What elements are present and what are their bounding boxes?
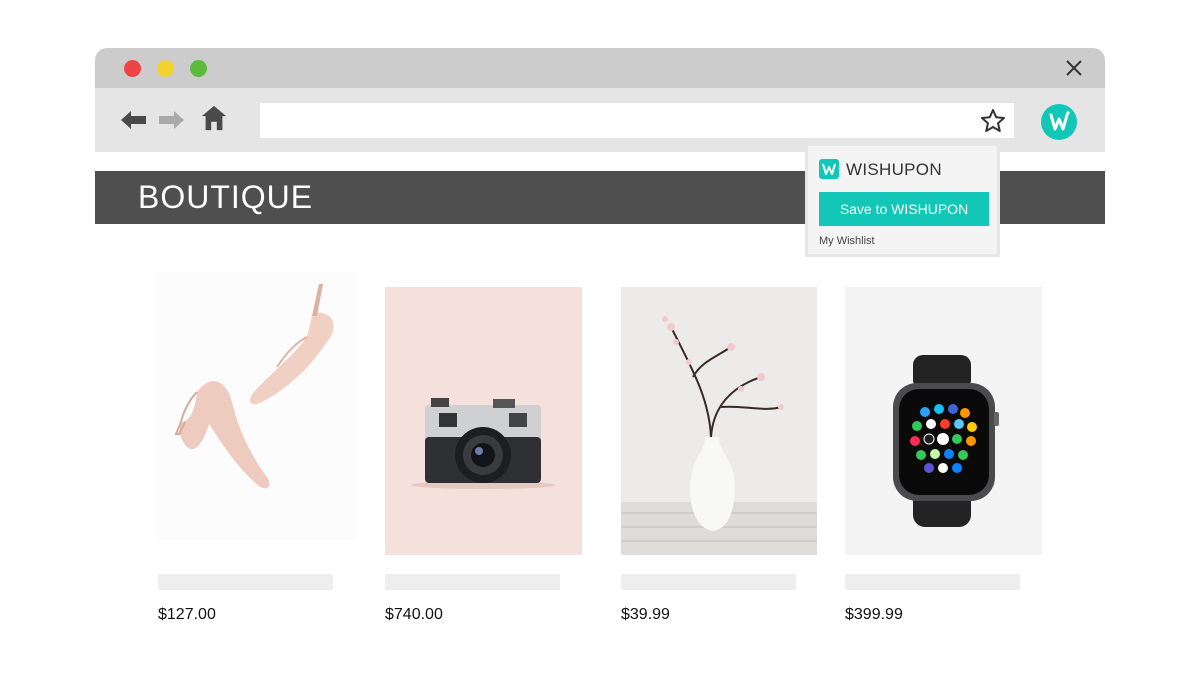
address-bar[interactable] <box>260 103 1014 138</box>
product-name-placeholder <box>621 574 796 590</box>
product-price: $127.00 <box>158 606 216 623</box>
save-to-wishlist-button[interactable]: Save to WISHUPON <box>819 192 989 226</box>
product-price: $740.00 <box>385 606 443 623</box>
product-name-placeholder <box>385 574 560 590</box>
minimize-window-dot[interactable] <box>157 60 174 77</box>
back-arrow-icon[interactable] <box>119 106 149 134</box>
product-image-camera[interactable] <box>385 287 582 555</box>
wishupon-extension-button[interactable] <box>1041 104 1077 140</box>
product-image-vase[interactable] <box>621 287 817 555</box>
close-icon[interactable] <box>1064 58 1084 78</box>
wishupon-logo-icon <box>1049 111 1070 131</box>
title-bar <box>95 48 1105 88</box>
wishupon-popup: WISHUPON Save to WISHUPON My Wishlist <box>805 143 1000 257</box>
product-name-placeholder <box>158 574 333 590</box>
close-window-dot[interactable] <box>124 60 141 77</box>
product-image-heels[interactable] <box>157 272 356 540</box>
product-image-smartwatch[interactable] <box>845 287 1042 555</box>
product-price: $39.99 <box>621 606 670 623</box>
browser-window <box>95 48 1105 152</box>
forward-arrow-icon[interactable] <box>156 106 186 134</box>
maximize-window-dot[interactable] <box>190 60 207 77</box>
my-wishlist-link[interactable]: My Wishlist <box>819 235 875 247</box>
store-title: BOUTIQUE <box>138 179 314 215</box>
product-price: $399.99 <box>845 606 903 623</box>
home-icon[interactable] <box>199 104 229 132</box>
bookmark-star-icon[interactable] <box>980 108 1006 134</box>
product-name-placeholder <box>845 574 1020 590</box>
popup-brand: WISHUPON <box>846 160 942 179</box>
wishupon-logo-icon <box>819 159 839 179</box>
